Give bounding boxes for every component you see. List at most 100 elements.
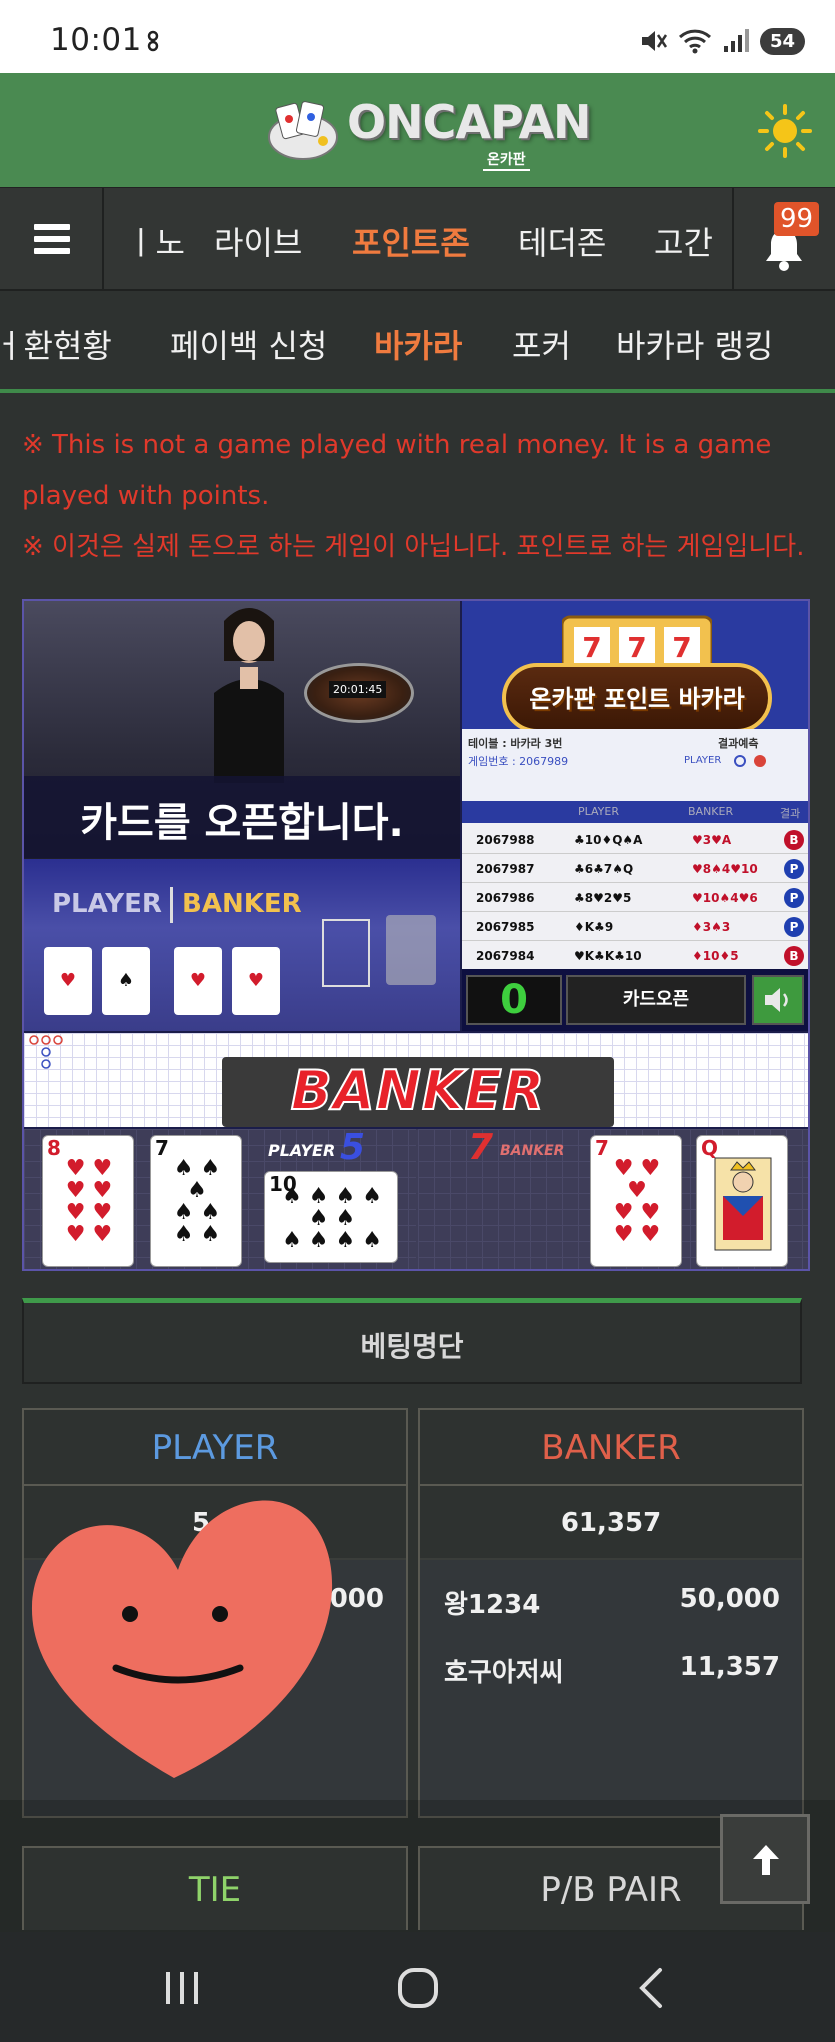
sound-toggle[interactable] (752, 975, 804, 1025)
banker-score: 7 (468, 1127, 494, 1168)
sub-nav-item-payback[interactable]: 페이백 신청 (170, 321, 327, 367)
history-row: 2067984 ♥K♣K♣10 ♦10♦5 B (462, 941, 808, 970)
history-result-badge: P (784, 859, 804, 879)
card-rank: Q (701, 1136, 719, 1160)
main-nav-item-live[interactable]: 라이브 (214, 218, 302, 264)
result-banner: BANKER WIN (222, 1057, 614, 1186)
slot-machine-graphic: 7 7 7 온카판 포인트 바카라 (502, 613, 772, 733)
table-card: ♥ (44, 947, 92, 1015)
notification-dot-icon (147, 30, 159, 52)
prediction-player-option[interactable] (734, 755, 746, 767)
banker-side: 7 BANKER 7 ♥ ♥ ♥ ♥ ♥ ♥ ♥ Q (418, 1127, 808, 1269)
history-banker-cards: ♥10♠4♥6 (692, 891, 758, 905)
table-banker-label: BANKER (182, 889, 302, 919)
prediction-player-label: PLAYER (684, 755, 722, 766)
game-controls: 0 카드오픈 (462, 969, 808, 1031)
table-card: ♠ (102, 947, 150, 1015)
arrow-up-icon (753, 1845, 779, 1875)
recents-icon[interactable] (152, 1958, 212, 2018)
banker-card: Q (696, 1135, 788, 1267)
card-pips: ♥ ♥ ♥ ♥ ♥ ♥ ♥ (613, 1156, 661, 1247)
history-id: 2067985 (476, 920, 535, 934)
card-rank: 7 (595, 1136, 609, 1160)
history-row: 2067985 ♦K♣9 ♦3♠3 P (462, 912, 808, 941)
speaker-icon (765, 988, 788, 1012)
sub-nav-item-exchange[interactable]: ㅓ환현황 (0, 321, 112, 367)
svg-text:7: 7 (582, 631, 601, 664)
banker-bets-total: 61,357 (420, 1486, 802, 1560)
player-score-label: PLAYER (268, 1141, 336, 1160)
home-icon[interactable] (388, 1958, 448, 2018)
card-pips: ♠ ♠ ♠ ♠ ♠ ♠ ♠ ♠ ♠ ♠ (282, 1184, 382, 1253)
main-nav-item-more[interactable]: 고간 (654, 218, 713, 264)
history-player-cards: ♥K♣K♣10 (574, 949, 642, 963)
back-icon[interactable] (622, 1958, 682, 2018)
banker-score-label: BANKER (500, 1143, 565, 1159)
card-open-message: 카드를 오픈합니다. (80, 800, 404, 846)
game-number: 게임번호 : 2067989 (468, 755, 569, 768)
history-header-player: PLAYER (578, 805, 619, 818)
notice: ※ This is not a game played with real mo… (22, 420, 822, 573)
main-nav-item-casino[interactable]: ㅣ노 (126, 218, 185, 264)
notification-count-badge: 99 (774, 202, 820, 236)
system-nav-bar (0, 1932, 835, 2042)
banker-bets-title: BANKER (420, 1410, 802, 1486)
table-card: ♥ (174, 947, 222, 1015)
site-logo[interactable]: ONCAPAN 온카판 (265, 93, 592, 171)
prediction-label: 결과예측 (718, 737, 759, 750)
heart-sticker (31, 1500, 333, 1778)
history-table: PLAYER BANKER 결과 2067988 ♣10♦Q♠A ♥3♥A B … (462, 801, 808, 970)
sub-nav-item-poker[interactable]: 포커 (512, 321, 571, 367)
history-row: 2067987 ♣6♣7♠Q ♥8♠4♥10 P (462, 854, 808, 883)
banner-plate: 온카판 포인트 바카라 (502, 663, 772, 733)
history-banker-cards: ♥3♥A (692, 833, 732, 847)
notice-en: ※ This is not a game played with real mo… (22, 430, 772, 511)
history-player-cards: ♣6♣7♠Q (574, 862, 634, 876)
banner-title: 온카판 포인트 바카라 (529, 685, 745, 713)
signal-icon (723, 29, 749, 52)
history-id: 2067988 (476, 833, 535, 847)
history-result-badge: B (784, 830, 804, 850)
video-timer: 20:01:45 (329, 681, 387, 698)
site-header: ONCAPAN 온카판 (0, 73, 835, 187)
sub-nav-item-baccarat[interactable]: 바카라 (374, 321, 462, 367)
history-banker-cards: ♥8♠4♥10 (692, 862, 758, 876)
banker-bets-entries: 왕1234 50,000 호구아저씨 11,357 (420, 1560, 802, 1816)
menu-icon[interactable] (0, 188, 104, 290)
scroll-to-top-button[interactable] (720, 1814, 810, 1904)
bettor-name: 왕1234 (444, 1590, 541, 1620)
notifications-button[interactable]: 99 (732, 188, 835, 290)
bet-list-title: 베팅명단 (360, 1330, 464, 1363)
dealer-image (214, 608, 284, 783)
history-banker-cards: ♦10♦5 (692, 949, 739, 963)
main-nav-item-tetherzone[interactable]: 테더존 (518, 218, 606, 264)
clock: 10:01 (50, 22, 142, 58)
history-header-banker: BANKER (688, 805, 734, 818)
tie-bets-title: TIE (22, 1846, 408, 1930)
empty-card-slot (322, 919, 370, 987)
table-label: 테이블 : 바카라 3번 (468, 737, 563, 750)
logo-text: ONCAPAN (347, 95, 592, 149)
history-player-cards: ♣8♥2♥5 (574, 891, 632, 905)
logo-subtext: 온카판 (483, 149, 530, 171)
bet-entry: 왕1234 50,000 (444, 1584, 780, 1621)
main-nav-item-pointzone[interactable]: 포인트존 (352, 218, 470, 264)
bet-list-header: 베팅명단 (22, 1298, 802, 1384)
baccarat-game: 20:01:45 7 7 7 온카판 포인트 바카라 테이블 : 바카라 3번 … (22, 599, 810, 1271)
main-nav: ㅣ노 라이브 포인트존 테더존 고간 99 (0, 187, 835, 291)
history-id: 2067984 (476, 949, 535, 963)
queen-face-icon (714, 1157, 772, 1251)
history-banker-cards: ♦3♠3 (692, 920, 731, 934)
main-nav-track: ㅣ노 라이브 포인트존 테더존 고간 (106, 188, 730, 290)
history-id: 2067986 (476, 891, 535, 905)
player-bets-title: PLAYER (24, 1410, 406, 1486)
baccarat-table-view: PLAYER BANKER ♥ ♠ ♥ ♥ (24, 859, 460, 1031)
history-result-badge: P (784, 888, 804, 908)
sub-nav-item-baccarat-ranking[interactable]: 바카라 랭킹 (616, 321, 773, 367)
card-open-button[interactable]: 카드오픈 (566, 975, 746, 1025)
history-header-result: 결과 (780, 807, 801, 820)
prediction-banker-option[interactable] (754, 755, 766, 767)
wifi-icon (678, 29, 711, 54)
sun-icon[interactable] (757, 103, 813, 159)
card-shoe (386, 915, 436, 985)
